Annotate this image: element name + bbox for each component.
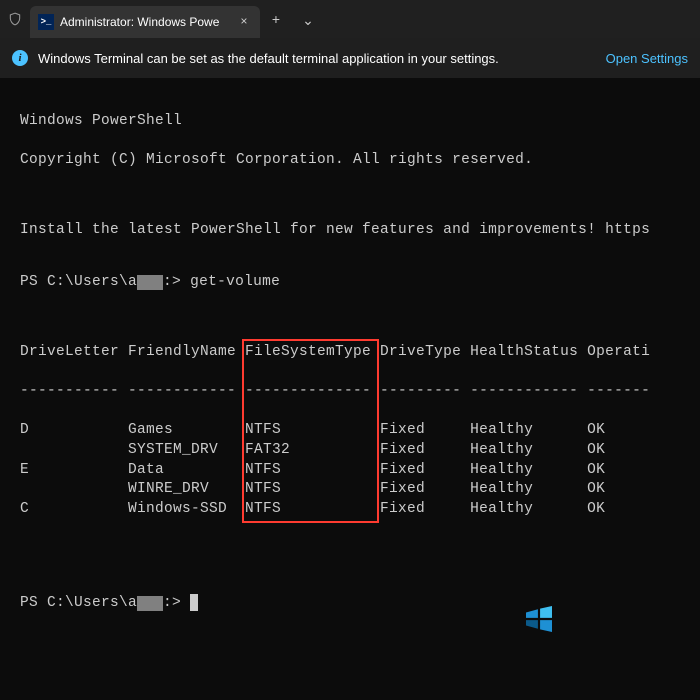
tab-title: Administrator: Windows Powe [60, 15, 230, 29]
command-text: get-volume [190, 274, 280, 290]
terminal-output[interactable]: Windows PowerShell Copyright (C) Microso… [0, 78, 700, 700]
banner-line: Install the latest PowerShell for new fe… [20, 221, 692, 241]
info-icon: i [12, 50, 28, 66]
redacted-text [137, 275, 163, 290]
close-tab-button[interactable]: × [236, 14, 252, 30]
table-row: D Games NTFS Fixed Healthy OK [20, 421, 692, 441]
prompt-line: PS C:\Users\a :> [20, 594, 692, 614]
table-row: C Windows-SSD NTFS Fixed Healthy OK [20, 500, 692, 520]
shield-icon [0, 12, 30, 26]
table-row: SYSTEM_DRV FAT32 Fixed Healthy OK [20, 441, 692, 461]
titlebar: >_ Administrator: Windows Powe × + ⌄ [0, 0, 700, 38]
prompt-suffix: :> [163, 595, 181, 611]
open-settings-link[interactable]: Open Settings [606, 51, 688, 66]
tab-dropdown-button[interactable]: ⌄ [292, 5, 324, 37]
banner-line: Windows PowerShell [20, 112, 692, 132]
windows-logo-icon [508, 586, 534, 612]
table-row: WINRE_DRV NTFS Fixed Healthy OK [20, 480, 692, 500]
cursor [190, 594, 198, 611]
prompt-line: PS C:\Users\a :> get-volume [20, 273, 692, 293]
infobar-message: Windows Terminal can be set as the defau… [38, 51, 596, 66]
table-header-row: DriveLetter FriendlyName FileSystemType … [20, 343, 692, 363]
infobar: i Windows Terminal can be set as the def… [0, 38, 700, 78]
powershell-icon: >_ [38, 14, 54, 30]
tab-powershell[interactable]: >_ Administrator: Windows Powe × [30, 6, 260, 38]
banner-line: Copyright (C) Microsoft Corporation. All… [20, 151, 692, 171]
new-tab-button[interactable]: + [260, 5, 292, 37]
redacted-text [137, 596, 163, 611]
prompt-prefix: PS C:\Users\a [20, 274, 137, 290]
table-row: E Data NTFS Fixed Healthy OK [20, 461, 692, 481]
prompt-suffix: :> [163, 274, 181, 290]
prompt-prefix: PS C:\Users\a [20, 595, 137, 611]
table-separator-row: ----------- ------------ -------------- … [20, 382, 692, 402]
